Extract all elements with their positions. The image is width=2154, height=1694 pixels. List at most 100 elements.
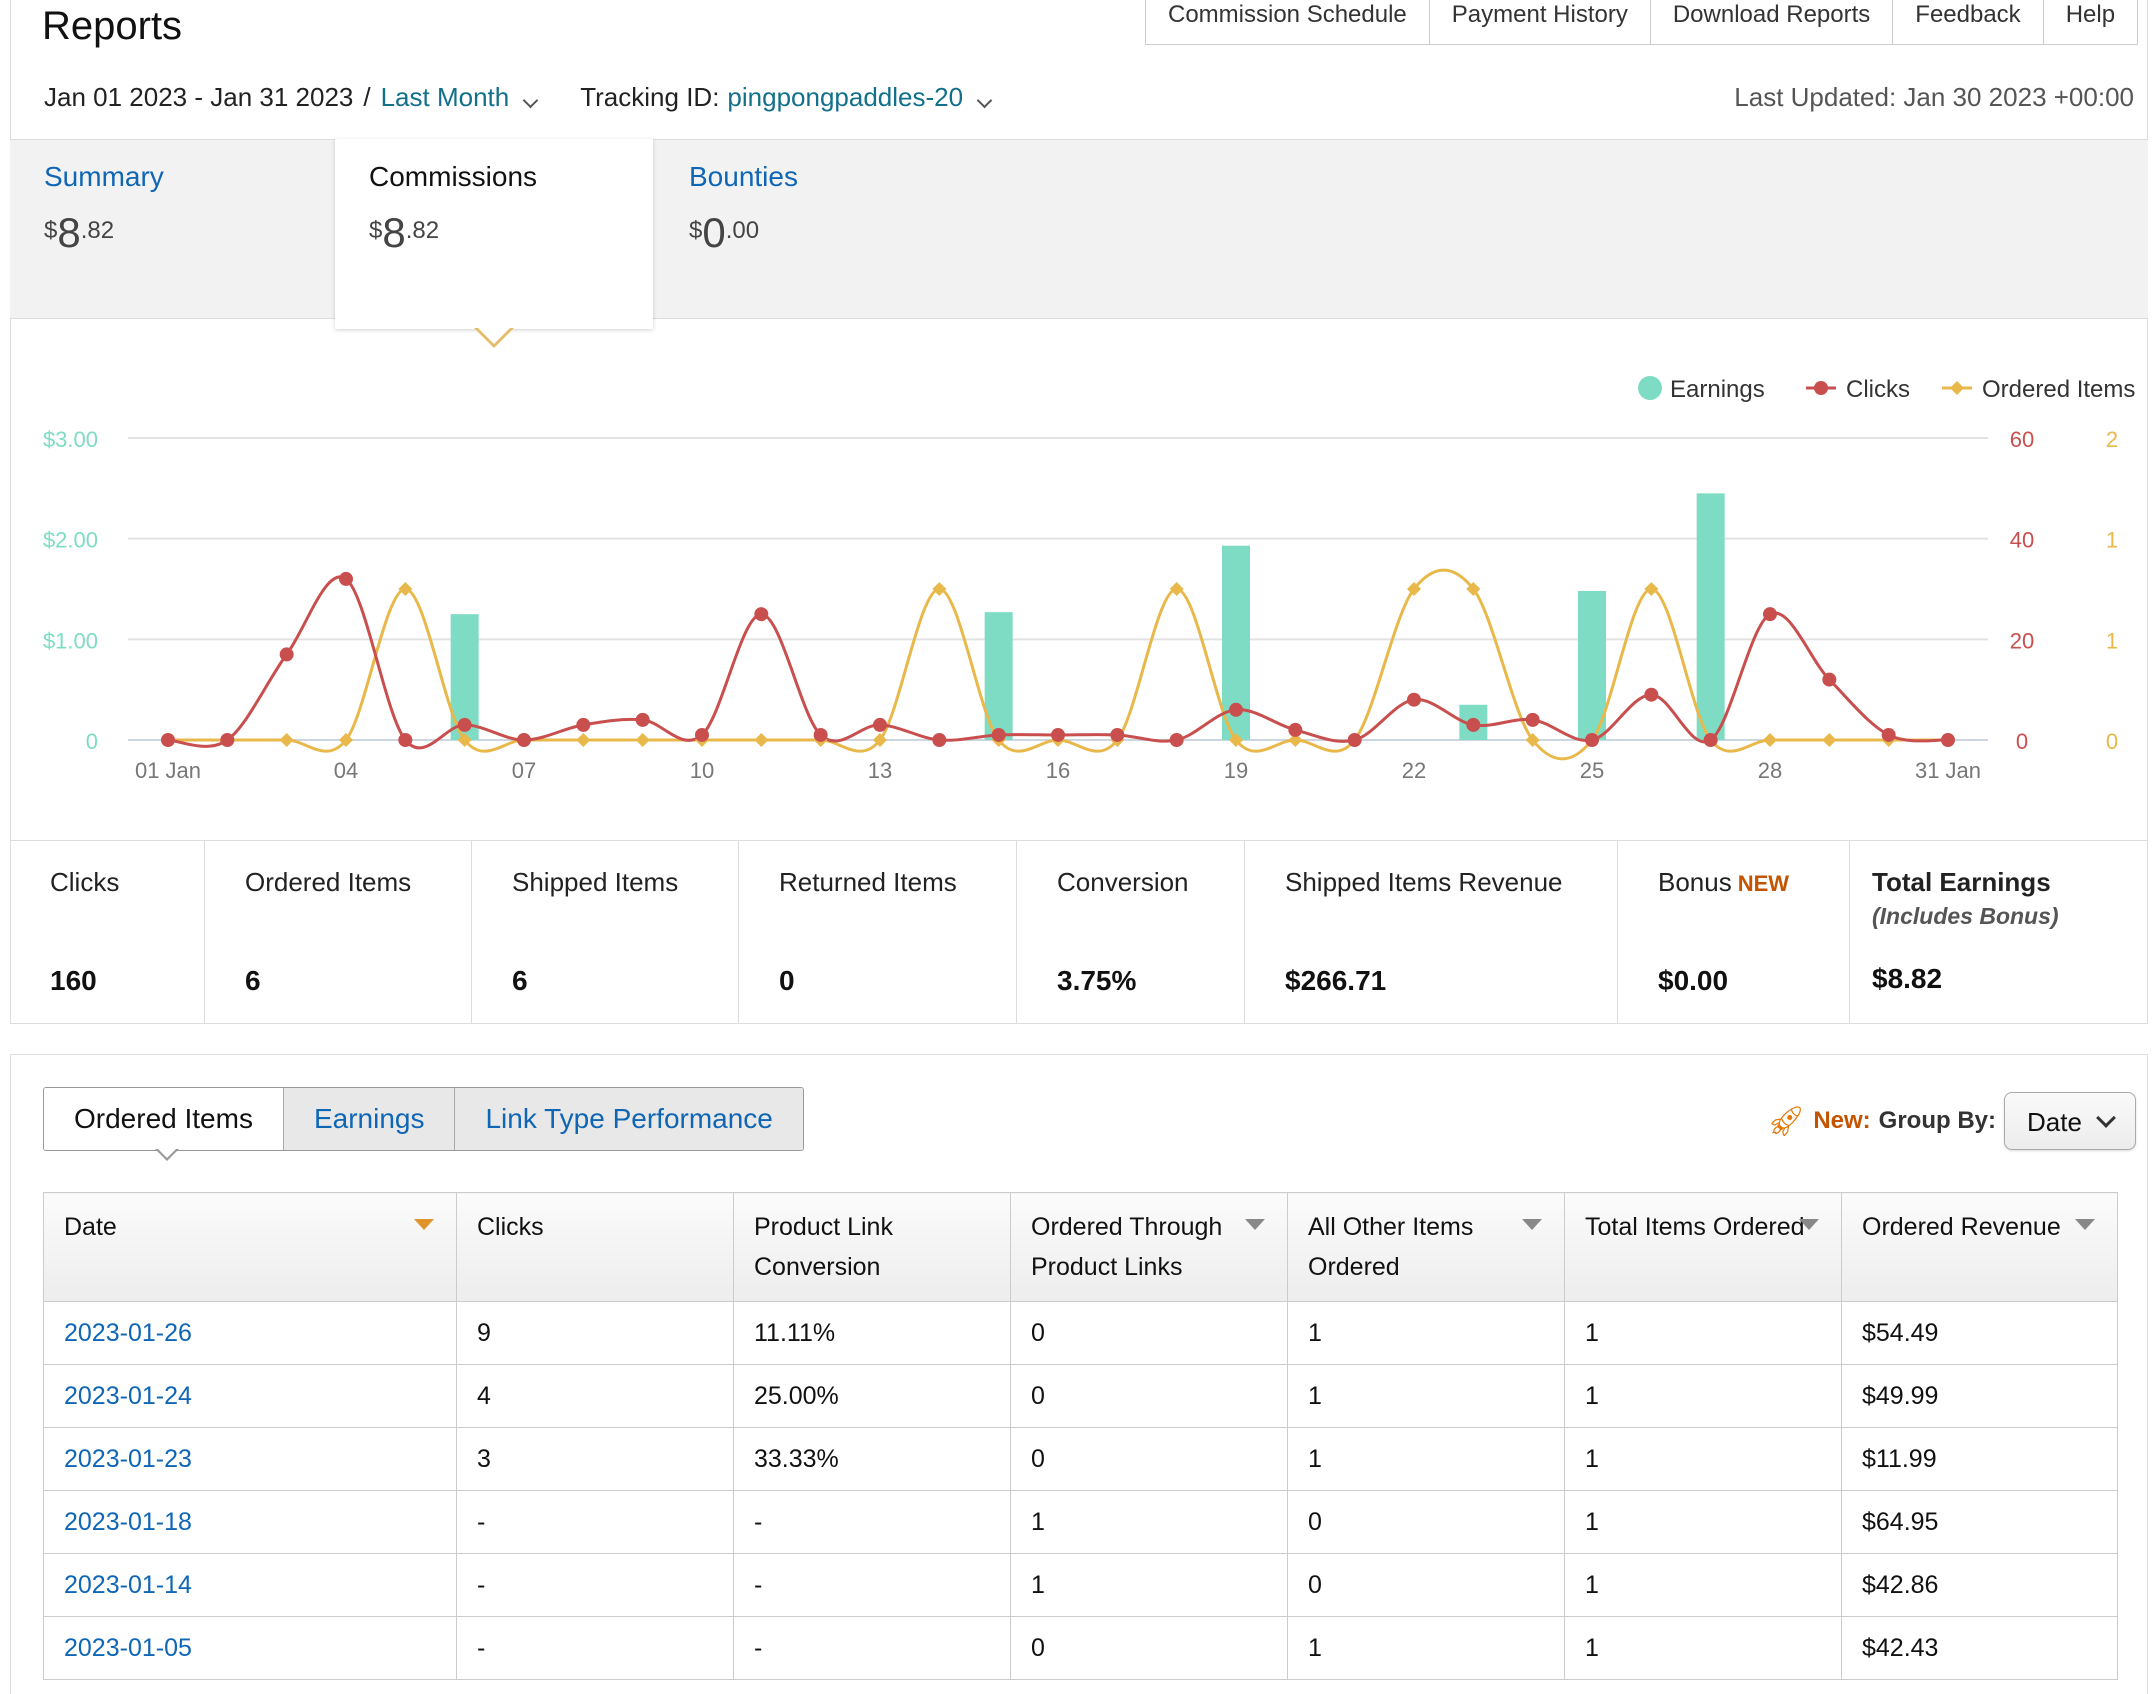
- x-tick-label: 25: [1580, 758, 1604, 783]
- tab-earnings[interactable]: Earnings: [283, 1088, 456, 1150]
- date-link[interactable]: 2023-01-24: [43, 1364, 457, 1428]
- clicks-point: [1822, 672, 1837, 687]
- summary-amount: $8.82: [44, 209, 115, 256]
- group-by-new-label: New:: [1813, 1107, 1871, 1134]
- table-cell: -: [456, 1490, 734, 1554]
- sort-icon: [1245, 1219, 1265, 1230]
- y-right2-tick: 1: [2106, 528, 2118, 553]
- table-cell: 0: [1287, 1553, 1565, 1617]
- stat-shipped-items-value: 6: [512, 965, 528, 996]
- col-date[interactable]: Date: [43, 1192, 457, 1302]
- date-link[interactable]: 2023-01-14: [43, 1553, 457, 1617]
- table-cell: -: [733, 1616, 1011, 1680]
- tracking-label: Tracking ID:: [580, 82, 720, 112]
- col-ordered-revenue[interactable]: Ordered Revenue: [1841, 1192, 2118, 1302]
- col-clicks[interactable]: Clicks: [456, 1192, 734, 1302]
- table-cell: 3: [456, 1427, 734, 1491]
- help-link[interactable]: Help: [2044, 0, 2137, 44]
- tab-bounties[interactable]: Bounties $0.00: [655, 139, 980, 319]
- earnings-bar: [1696, 493, 1725, 740]
- sort-icon: [2075, 1219, 2095, 1230]
- date-range: Jan 01 2023 - Jan 31 2023: [44, 82, 354, 112]
- ordered-items-point: [1763, 733, 1777, 747]
- tracking-id-dropdown[interactable]: pingpongpaddles-20: [727, 82, 993, 113]
- ordered-items-point: [1822, 733, 1837, 747]
- table-cell: 1: [1564, 1301, 1842, 1365]
- table-cell: 1: [1287, 1616, 1565, 1680]
- table-cell: 1: [1010, 1553, 1288, 1617]
- date-link[interactable]: 2023-01-26: [43, 1301, 457, 1365]
- date-link[interactable]: 2023-01-05: [43, 1616, 457, 1680]
- new-badge: NEW: [1737, 871, 1790, 896]
- ordered-items-point: [754, 733, 769, 747]
- x-tick-label: 19: [1224, 758, 1248, 783]
- filter-row: Jan 01 2023 - Jan 31 2023 / Last Month T…: [44, 82, 993, 113]
- clicks-point: [1525, 712, 1540, 727]
- clicks-point: [1763, 607, 1777, 622]
- table-cell: 1: [1564, 1616, 1842, 1680]
- x-tick-label: 10: [690, 758, 714, 783]
- table-cell: 9: [456, 1301, 734, 1365]
- col-total-items-ordered[interactable]: Total Items Ordered: [1564, 1192, 1842, 1302]
- tab-ordered-items[interactable]: Ordered Items: [44, 1088, 284, 1150]
- clicks-point: [517, 733, 531, 747]
- clicks-point: [635, 712, 650, 727]
- clicks-point: [398, 733, 413, 747]
- table-cell: 1: [1564, 1427, 1842, 1491]
- tab-commissions[interactable]: Commissions $8.82: [335, 139, 653, 329]
- rocket-icon: 🚀︎: [1767, 1104, 1806, 1138]
- earnings-chart: 0 $1.00 $2.00 $3.00 0 20 40 60 0 1 1 2 01 Jan 04 07 10 1…: [43, 376, 2135, 783]
- clicks-point: [1466, 717, 1481, 732]
- commission-schedule-link[interactable]: Commission Schedule: [1146, 0, 1430, 44]
- clicks-point: [932, 733, 947, 747]
- table-header-row: Date Clicks Product Link Conversion Orde…: [43, 1192, 2118, 1302]
- tab-bounties-label: Bounties: [689, 161, 798, 192]
- col-ordered-through-product-links[interactable]: Ordered Through Product Links: [1010, 1192, 1288, 1302]
- date-link[interactable]: 2023-01-23: [43, 1427, 457, 1491]
- group-by-select[interactable]: Date: [2004, 1092, 2136, 1150]
- table-cell: 0: [1010, 1616, 1288, 1680]
- table-cell: -: [456, 1616, 734, 1680]
- y-left-tick: $3.00: [43, 427, 98, 452]
- x-tick-label: 07: [512, 758, 536, 783]
- table-row: 2023-01-26 9 11.11% 0 1 1 $54.49: [43, 1301, 2118, 1365]
- clicks-point: [576, 717, 591, 732]
- x-tick-label: 16: [1046, 758, 1070, 783]
- download-reports-link[interactable]: Download Reports: [1651, 0, 1894, 44]
- table-tabs: Ordered Items Earnings Link Type Perform…: [43, 1087, 804, 1151]
- stat-ordered-items-value: 6: [245, 965, 261, 996]
- x-tick-label: 31 Jan: [1915, 758, 1981, 783]
- tab-link-type-performance[interactable]: Link Type Performance: [455, 1088, 803, 1150]
- table-row: 2023-01-24 4 25.00% 0 1 1 $49.99: [43, 1364, 2118, 1428]
- period-dropdown[interactable]: Last Month: [381, 82, 539, 113]
- stat-total-earnings-value: $8.82: [1872, 963, 1943, 994]
- feedback-link[interactable]: Feedback: [1893, 0, 2044, 44]
- col-product-link-conversion[interactable]: Product Link Conversion: [733, 1192, 1011, 1302]
- ordered-items-point: [398, 582, 413, 596]
- clicks-point: [1229, 702, 1243, 717]
- tab-summary[interactable]: Summary $8.82: [10, 139, 335, 319]
- table-cell: $49.99: [1841, 1364, 2118, 1428]
- clicks-point: [339, 571, 353, 586]
- x-tick-label: 04: [334, 758, 358, 783]
- page-title: Reports: [42, 4, 183, 48]
- stat-clicks: Clicks 160: [10, 841, 205, 1023]
- payment-history-link[interactable]: Payment History: [1430, 0, 1651, 44]
- clicks-point: [220, 733, 235, 747]
- y-right-tick: 20: [2010, 628, 2034, 653]
- stat-ordered-items-label: Ordered Items: [245, 867, 412, 897]
- date-link[interactable]: 2023-01-18: [43, 1490, 457, 1554]
- tab-summary-label: Summary: [44, 161, 164, 192]
- ordered-items-table: Date Clicks Product Link Conversion Orde…: [43, 1192, 2118, 1680]
- clicks-point: [1941, 733, 1955, 747]
- stat-shipped-items: Shipped Items 6: [472, 841, 739, 1023]
- table-cell: 1: [1010, 1490, 1288, 1554]
- ordered-items-point: [576, 733, 591, 747]
- col-all-other-items-ordered[interactable]: All Other Items Ordered: [1287, 1192, 1565, 1302]
- ordered-items-point: [932, 582, 947, 596]
- group-by-value: Date: [2027, 1107, 2082, 1137]
- legend-ordered-label: Ordered Items: [1982, 376, 2135, 403]
- y-right-tick: 40: [2010, 528, 2034, 553]
- x-tick-label: 22: [1402, 758, 1426, 783]
- y-right2-tick: 2: [2106, 427, 2118, 452]
